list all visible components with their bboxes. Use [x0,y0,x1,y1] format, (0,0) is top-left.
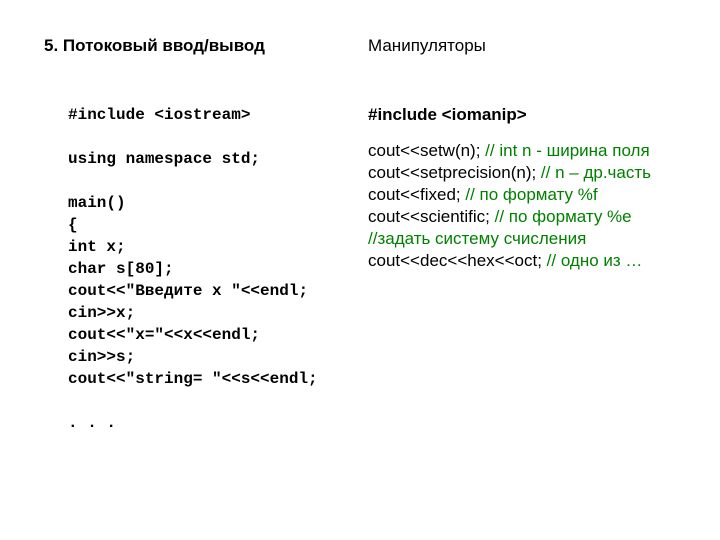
manip-line: cout<<fixed; // по формату %f [368,184,708,206]
manip-line: cout<<dec<<hex<<oct; // одно из … [368,250,708,272]
manip-comment: // по формату %e [495,207,632,226]
manip-comment: // по формату %f [465,185,597,204]
manip-code: cout<<dec<<hex<<oct; [368,251,547,270]
manip-line: //задать систему счисления [368,228,708,250]
manip-line: cout<<setprecision(n); // n – др.часть [368,162,708,184]
left-code-block: #include <iostream> using namespace std;… [68,104,364,434]
left-heading: 5. Потоковый ввод/вывод [44,36,364,56]
manip-code: cout<<scientific; [368,207,495,226]
manip-code: cout<<setw(n); [368,141,485,160]
manip-code: cout<<setprecision(n); [368,163,541,182]
right-heading: Манипуляторы [368,36,708,56]
slide: 5. Потоковый ввод/вывод #include <iostre… [0,0,720,540]
right-include-line: #include <iomanip> [368,104,708,126]
right-body: #include <iomanip> cout<<setw(n); // int… [368,104,708,272]
manip-line: cout<<scientific; // по формату %e [368,206,708,228]
left-column: 5. Потоковый ввод/вывод #include <iostre… [44,36,364,434]
manip-comment: // n – др.часть [541,163,651,182]
manip-comment: // int n - ширина поля [485,141,649,160]
right-column: Манипуляторы #include <iomanip> cout<<se… [368,36,708,272]
manip-comment: // одно из … [547,251,643,270]
manip-code: cout<<fixed; [368,185,465,204]
manip-line: cout<<setw(n); // int n - ширина поля [368,140,708,162]
manip-comment: //задать систему счисления [368,229,586,248]
